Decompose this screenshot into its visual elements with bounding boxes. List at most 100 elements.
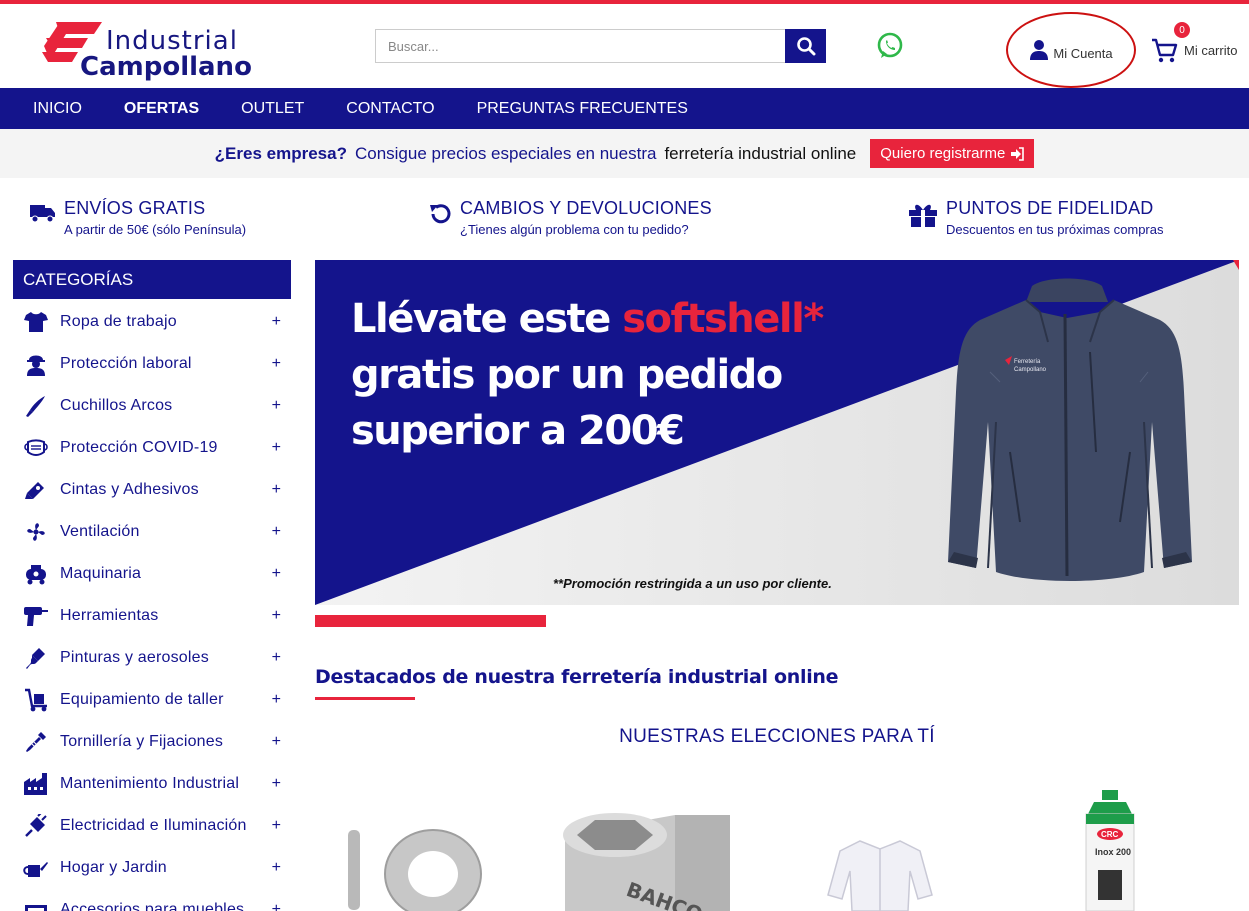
expand-icon[interactable]: + — [272, 481, 281, 499]
category-label: Protección laboral — [60, 355, 192, 372]
product-card-socket[interactable]: BAHCO — [555, 795, 735, 911]
nav-item-ofertas[interactable]: OFERTAS — [103, 100, 220, 118]
category-item-accesorios-para-muebles[interactable]: Accesorios para muebles + — [13, 889, 291, 911]
category-item-proteccion-covid-19[interactable]: Protección COVID-19 + — [13, 427, 291, 469]
drill-icon — [24, 607, 48, 626]
product-card-spray[interactable]: CRC Inox 200 — [1080, 790, 1140, 911]
worker-icon — [27, 355, 45, 376]
nav-item-outlet[interactable]: OUTLET — [220, 100, 325, 118]
categories-header: CATEGORÍAS — [13, 260, 291, 299]
category-label: Protección COVID-19 — [60, 439, 218, 456]
product-card-washer[interactable] — [345, 822, 485, 911]
promo-text: Consigue precios especiales en nuestra — [354, 143, 657, 163]
feature-title: PUNTOS DE FIDELIDAD — [946, 198, 1154, 218]
sign-in-icon — [1011, 146, 1025, 161]
expand-icon[interactable]: + — [272, 439, 281, 457]
promo-question: ¿Eres empresa? — [214, 143, 347, 163]
truck-icon — [30, 205, 55, 223]
category-label: Cuchillos Arcos — [60, 397, 173, 414]
category-item-herramientas[interactable]: Herramientas + — [13, 595, 291, 637]
logo-text-campollano: Campollano — [80, 52, 252, 82]
product-card-white-coat[interactable] — [820, 835, 940, 911]
expand-icon[interactable]: + — [272, 733, 281, 751]
register-button-label: Quiero registrarme — [880, 145, 1006, 162]
banner-note: **Promoción restringida a un uso por cli… — [553, 576, 832, 591]
register-button[interactable]: Quiero registrarme — [870, 139, 1035, 168]
feature-subtitle: A partir de 50€ (sólo Península) — [64, 222, 247, 237]
featured-section-underline — [315, 697, 415, 700]
feature-free-shipping: ENVÍOS GRATIS A partir de 50€ (sólo Pení… — [30, 198, 246, 237]
expand-icon[interactable]: + — [272, 565, 281, 583]
expand-icon[interactable]: + — [272, 523, 281, 541]
expand-icon[interactable]: + — [272, 397, 281, 415]
category-label: Ropa de trabajo — [60, 313, 177, 330]
category-item-mantenimiento-industrial[interactable]: Mantenimiento Industrial + — [13, 763, 291, 805]
account-button[interactable]: Mi Cuenta — [1006, 12, 1136, 88]
feature-title: CAMBIOS Y DEVOLUCIONES — [460, 198, 712, 218]
fan-icon — [27, 523, 45, 541]
white-coat-icon — [827, 840, 933, 911]
tape-icon — [25, 482, 44, 499]
category-item-tornilleria-y-fijaciones[interactable]: Tornillería y Fijaciones + — [13, 721, 291, 763]
factory-icon — [24, 773, 47, 795]
feature-subtitle: ¿Tienes algún problema con tu pedido? — [460, 222, 689, 237]
nav-item-inicio[interactable]: INICIO — [12, 100, 103, 118]
promo-banner[interactable]: Llévate este softshell* gratis por un pe… — [315, 260, 1239, 605]
category-label: Equipamiento de taller — [60, 691, 224, 708]
business-promo-bar: ¿Eres empresa? Consigue precios especial… — [0, 129, 1249, 178]
gift-icon — [909, 204, 937, 227]
banner-line-3: superior a 200€ — [351, 408, 685, 454]
expand-icon[interactable]: + — [272, 775, 281, 793]
category-label: Herramientas — [60, 607, 159, 624]
banner-line-1-b: softshell* — [622, 296, 824, 342]
machine-icon — [26, 565, 46, 585]
category-item-cuchillos-arcos[interactable]: Cuchillos Arcos + — [13, 385, 291, 427]
category-item-hogar-y-jardin[interactable]: Hogar y Jardin + — [13, 847, 291, 889]
softshell-jacket-image: Ferretería Campollano — [948, 278, 1192, 581]
expand-icon[interactable]: + — [272, 313, 281, 331]
search-input[interactable] — [376, 30, 787, 62]
expand-icon[interactable]: + — [272, 817, 281, 835]
whatsapp-icon — [877, 32, 903, 58]
category-label: Pinturas y aerosoles — [60, 649, 209, 666]
jacket-brand-text-1: Ferretería — [1014, 359, 1041, 365]
furniture-icon — [25, 905, 47, 911]
category-item-proteccion-laboral[interactable]: Protección laboral + — [13, 343, 291, 385]
category-label: Accesorios para muebles — [60, 901, 245, 911]
expand-icon[interactable]: + — [272, 607, 281, 625]
category-item-maquinaria[interactable]: Maquinaria + — [13, 553, 291, 595]
banner-line-1-a: Llévate este — [351, 296, 623, 342]
category-item-pinturas-y-aerosoles[interactable]: Pinturas y aerosoles + — [13, 637, 291, 679]
logo[interactable]: Industrial Campollano — [38, 14, 252, 82]
header: Industrial Campollano Mi Cuenta — [0, 4, 1249, 88]
category-item-cintas-y-adhesivos[interactable]: Cintas y Adhesivos + — [13, 469, 291, 511]
category-item-ventilacion[interactable]: Ventilación + — [13, 511, 291, 553]
cart-label: Mi carrito — [1184, 43, 1238, 58]
expand-icon[interactable]: + — [272, 691, 281, 709]
category-label: Hogar y Jardin — [60, 859, 167, 876]
category-item-equipamiento-de-taller[interactable]: Equipamiento de taller + — [13, 679, 291, 721]
feature-subtitle: Descuentos en tus próximas compras — [946, 222, 1164, 237]
trolley-icon — [25, 688, 47, 712]
expand-icon[interactable]: + — [272, 859, 281, 877]
category-item-electricidad-e-iluminacion[interactable]: Electricidad e Iluminación + — [13, 805, 291, 847]
brush-icon — [26, 648, 45, 669]
category-item-ropa-de-trabajo[interactable]: Ropa de trabajo + — [13, 301, 291, 343]
expand-icon[interactable]: + — [272, 901, 281, 911]
search-box — [375, 29, 826, 63]
spray-product-text: Inox 200 — [1095, 847, 1131, 857]
nav-item-contacto[interactable]: CONTACTO — [325, 100, 455, 118]
categories-list: Ropa de trabajo + Protección laboral + C… — [13, 301, 291, 911]
category-label: Tornillería y Fijaciones — [60, 733, 224, 750]
cart-button[interactable]: 0 Mi carrito — [1150, 22, 1238, 64]
nav-item-preguntas-frecuentes[interactable]: PREGUNTAS FRECUENTES — [456, 100, 709, 118]
category-label: Cintas y Adhesivos — [60, 481, 199, 498]
search-button[interactable] — [785, 29, 826, 63]
expand-icon[interactable]: + — [272, 355, 281, 373]
knife-icon — [26, 396, 45, 417]
whatsapp-link[interactable] — [876, 32, 904, 60]
feature-title: ENVÍOS GRATIS — [64, 198, 206, 218]
watering-can-icon — [23, 862, 48, 877]
expand-icon[interactable]: + — [272, 649, 281, 667]
screw-icon — [26, 732, 46, 752]
